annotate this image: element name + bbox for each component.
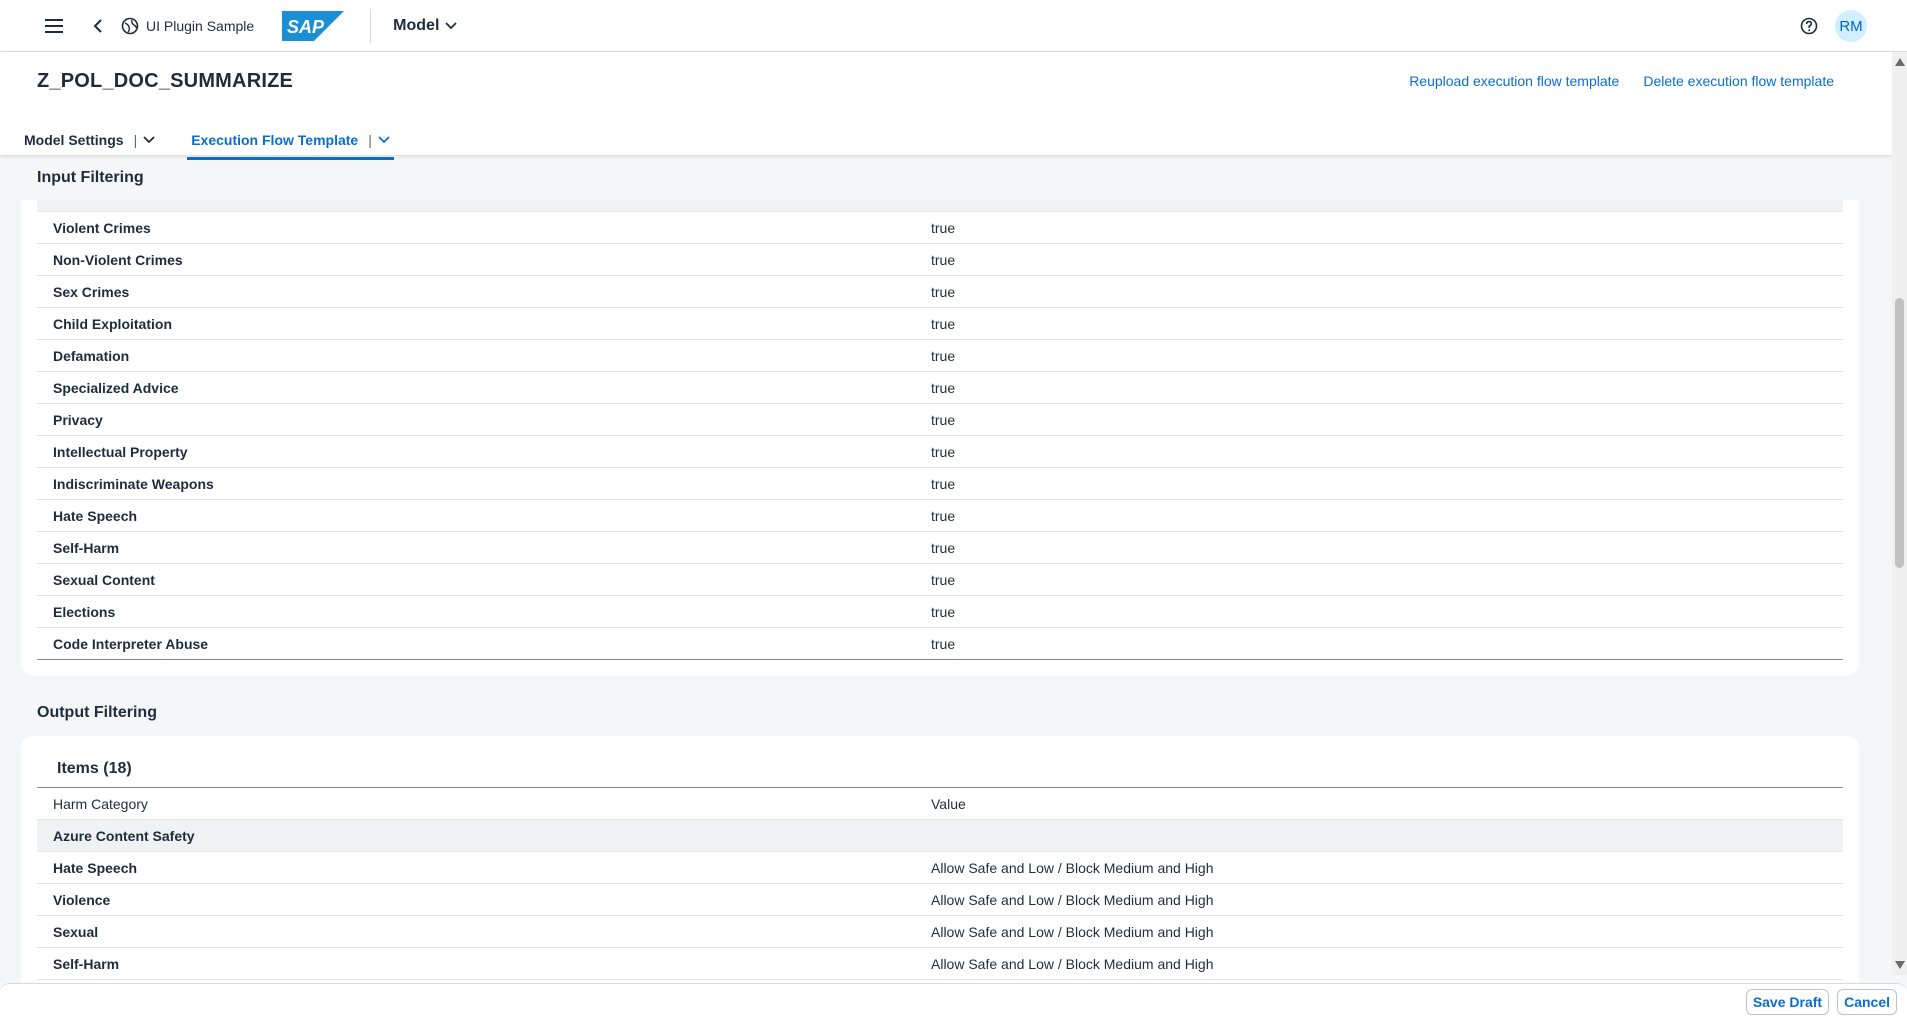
tab-label: Execution Flow Template xyxy=(191,132,359,148)
footer-toolbar: Save Draft Cancel xyxy=(0,983,1907,1020)
table-row[interactable]: Violence Allow Safe and Low / Block Mediu… xyxy=(37,884,1843,916)
app-title[interactable]: UI Plugin Sample xyxy=(120,16,254,36)
table-row[interactable]: Intellectual Property true xyxy=(37,436,1843,468)
scroll-up-arrow-icon[interactable] xyxy=(1895,58,1905,66)
input-filtering-table: Violent Crimes true Non-Violent Crimes tru… xyxy=(37,200,1843,660)
tab-separator: | xyxy=(133,132,138,148)
scrollbar-thumb[interactable] xyxy=(1895,298,1904,568)
table-row[interactable]: Self-Harm Allow Safe and Low / Block Medi… xyxy=(37,948,1843,980)
menu-icon xyxy=(45,18,63,33)
column-header-harm-category: Harm Category xyxy=(53,795,148,812)
table-row[interactable]: Sexual Allow Safe and Low / Block Medium … xyxy=(37,916,1843,948)
tab-model-settings[interactable]: Model Settings | xyxy=(24,124,155,156)
table-row[interactable]: Elections true xyxy=(37,596,1843,628)
avatar[interactable]: RM xyxy=(1835,10,1867,42)
chevron-down-icon[interactable] xyxy=(143,136,155,144)
output-filtering-table: Harm Category Value Azure Content Safety… xyxy=(37,787,1843,980)
tab-bar: Model Settings | Execution Flow Template… xyxy=(24,124,426,160)
globe-icon xyxy=(120,16,140,36)
shell-bar: UI Plugin Sample SAP Model RM xyxy=(0,0,1907,52)
svg-text:SAP: SAP xyxy=(287,17,325,37)
tab-execution-flow-template[interactable]: Execution Flow Template | xyxy=(187,124,394,160)
chevron-down-icon[interactable] xyxy=(378,136,390,144)
output-filtering-title: Output Filtering xyxy=(37,704,157,721)
output-filtering-card: Items (18) Harm Category Value Azure Con… xyxy=(21,736,1859,983)
object-header: Z_POL_DOC_SUMMARIZE Reupload execution f… xyxy=(0,52,1892,160)
table-row[interactable]: Defamation true xyxy=(37,340,1843,372)
cancel-button[interactable]: Cancel xyxy=(1837,989,1897,1015)
table-row[interactable]: Code Interpreter Abuse true xyxy=(37,628,1843,660)
input-filtering-card: Violent Crimes true Non-Violent Crimes tru… xyxy=(21,200,1859,676)
table-row[interactable]: Non-Violent Crimes true xyxy=(37,244,1843,276)
table-group-row-remnant xyxy=(37,200,1843,212)
save-draft-button[interactable]: Save Draft xyxy=(1745,989,1830,1015)
reupload-template-link[interactable]: Reupload execution flow template xyxy=(1409,73,1619,89)
table-row[interactable]: Violent Crimes true xyxy=(37,212,1843,244)
table-group-row[interactable]: Azure Content Safety xyxy=(37,820,1843,852)
tab-label: Model Settings xyxy=(24,132,124,148)
shell-divider xyxy=(370,8,372,43)
table-row[interactable]: Sexual Content true xyxy=(37,564,1843,596)
model-menu[interactable]: Model xyxy=(393,16,458,35)
table-header-row: Harm Category Value xyxy=(37,788,1843,820)
model-menu-label: Model xyxy=(393,16,440,34)
menu-button[interactable] xyxy=(36,8,72,44)
page-title: Z_POL_DOC_SUMMARIZE xyxy=(37,70,294,92)
table-row[interactable]: Child Exploitation true xyxy=(37,308,1843,340)
table-row[interactable]: Specialized Advice true xyxy=(37,372,1843,404)
scroll-down-arrow-icon[interactable] xyxy=(1895,961,1905,969)
tab-separator: | xyxy=(368,132,372,148)
table-row[interactable]: Hate Speech Allow Safe and Low / Block Me… xyxy=(37,852,1843,884)
help-button[interactable] xyxy=(1791,8,1827,44)
app-name: UI Plugin Sample xyxy=(146,17,255,34)
items-count-title: Items (18) xyxy=(57,760,132,777)
chevron-down-icon xyxy=(445,17,458,35)
table-row[interactable]: Self-Harm true xyxy=(37,532,1843,564)
vertical-scrollbar[interactable] xyxy=(1892,52,1907,975)
column-header-value: Value xyxy=(931,795,966,812)
back-icon xyxy=(93,18,102,33)
input-filtering-title: Input Filtering xyxy=(37,169,144,186)
table-row[interactable]: Indiscriminate Weapons true xyxy=(37,468,1843,500)
table-row[interactable]: Privacy true xyxy=(37,404,1843,436)
table-row[interactable]: Sex Crimes true xyxy=(37,276,1843,308)
delete-template-link[interactable]: Delete execution flow template xyxy=(1643,73,1834,89)
help-icon xyxy=(1800,17,1818,35)
back-button[interactable] xyxy=(80,8,116,44)
table-row[interactable]: Hate Speech true xyxy=(37,500,1843,532)
sap-logo: SAP xyxy=(282,10,345,41)
